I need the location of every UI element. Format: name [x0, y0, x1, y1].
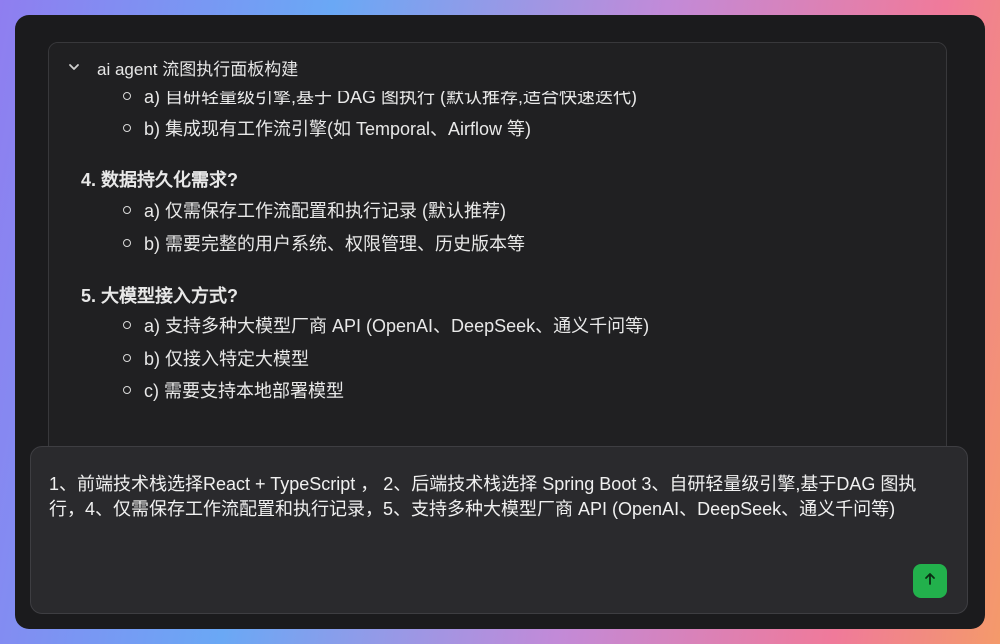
option-text: a) 支持多种大模型厂商 API (OpenAI、DeepSeek、通义千问等): [144, 316, 650, 336]
bullet-icon: [123, 206, 131, 214]
option-item: c) 需要支持本地部署模型: [123, 377, 344, 403]
send-button[interactable]: [913, 564, 947, 598]
question-heading: 5. 大模型接入方式?: [81, 286, 239, 306]
option-item: a) 支持多种大模型厂商 API (OpenAI、DeepSeek、通义千问等): [123, 312, 649, 338]
option-item: b) 集成现有工作流引擎(如 Temporal、Airflow 等): [123, 115, 531, 141]
option-item: a) 仅需保存工作流配置和执行记录 (默认推荐): [123, 197, 506, 223]
arrow-up-icon: [922, 571, 938, 592]
option-text: a) 仅需保存工作流配置和执行记录 (默认推荐): [144, 201, 506, 221]
message-input[interactable]: 1、前端技术栈选择React + TypeScript ， 2、后端技术栈选择 …: [49, 472, 949, 522]
app-window: a) 自研轻量级引擎,基于 DAG 图执行 (默认推荐,适合快速迭代) b) 集…: [15, 15, 985, 629]
bullet-icon: [123, 354, 131, 362]
option-item: b) 需要完整的用户系统、权限管理、历史版本等: [123, 230, 525, 256]
panel-title: ai agent 流图执行面板构建: [97, 59, 299, 79]
panel-header[interactable]: ai agent 流图执行面板构建: [49, 43, 946, 91]
question-heading: 4. 数据持久化需求?: [81, 170, 239, 190]
message-composer[interactable]: 1、前端技术栈选择React + TypeScript ， 2、后端技术栈选择 …: [30, 446, 968, 614]
bullet-icon: [123, 239, 131, 247]
option-text: c) 需要支持本地部署模型: [144, 381, 344, 401]
option-item: b) 仅接入特定大模型: [123, 345, 309, 371]
conversation-panel: a) 自研轻量级引擎,基于 DAG 图执行 (默认推荐,适合快速迭代) b) 集…: [48, 42, 947, 504]
bullet-icon: [123, 386, 131, 394]
option-text: b) 仅接入特定大模型: [144, 349, 310, 369]
option-text: b) 需要完整的用户系统、权限管理、历史版本等: [144, 234, 526, 254]
option-text: b) 集成现有工作流引擎(如 Temporal、Airflow 等): [144, 119, 532, 139]
bullet-icon: [123, 124, 131, 132]
chevron-down-icon[interactable]: [67, 60, 81, 74]
bullet-icon: [123, 92, 131, 100]
bullet-icon: [123, 321, 131, 329]
